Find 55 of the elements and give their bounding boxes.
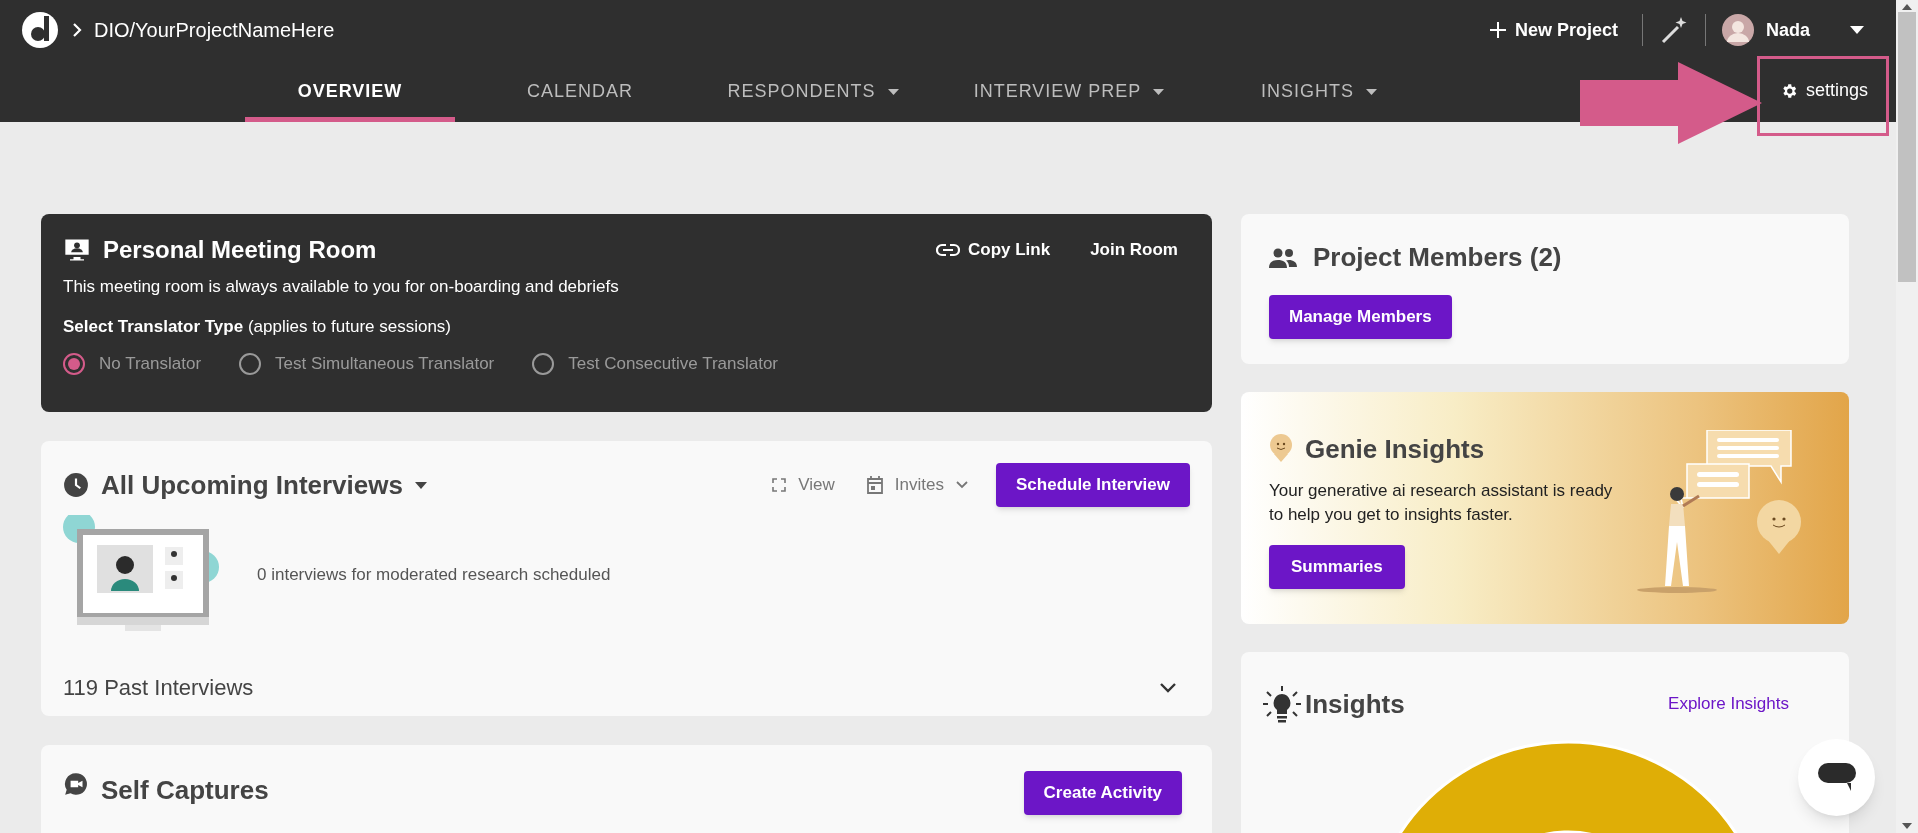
summaries-button[interactable]: Summaries: [1269, 545, 1405, 589]
empty-state-message: 0 interviews for moderated research scheduled: [257, 564, 611, 587]
schedule-interview-button[interactable]: Schedule Interview: [996, 463, 1190, 507]
translator-option[interactable]: Test Consecutive Translator: [532, 351, 779, 377]
scrollbar-thumb[interactable]: [1898, 12, 1916, 282]
link-icon: [936, 243, 960, 257]
nav-tab[interactable]: CALENDAR: [475, 66, 685, 122]
card-title: Project Members (2): [1313, 241, 1562, 274]
caret-icon[interactable]: [1850, 26, 1864, 34]
nav-tab[interactable]: OVERVIEW: [245, 66, 455, 122]
scrollbar[interactable]: [1896, 0, 1918, 833]
invites-dropdown[interactable]: Invites: [866, 472, 968, 498]
explore-insights-link[interactable]: Explore Insights: [1668, 691, 1789, 717]
radio-button[interactable]: [532, 352, 555, 375]
user-name[interactable]: Nada: [1766, 16, 1810, 44]
calendar-icon: [866, 476, 883, 494]
settings-button[interactable]: settings: [1779, 77, 1868, 104]
magic-wand-icon[interactable]: [1659, 15, 1689, 45]
card-title: Genie Insights: [1305, 433, 1485, 466]
card-title: Self Captures: [101, 774, 269, 807]
fullscreen-icon: [772, 478, 787, 492]
translator-option[interactable]: Test Simultaneous Translator: [239, 351, 495, 377]
clock-icon: [63, 472, 89, 498]
translator-option[interactable]: No Translator: [63, 351, 202, 377]
chevron-down-icon: [956, 481, 968, 489]
manage-members-button[interactable]: Manage Members: [1269, 295, 1452, 339]
people-icon: [1269, 247, 1297, 268]
card-description: Your generative ai research assistant is ready to help you get to insights faster.: [1269, 480, 1614, 526]
avatar-icon[interactable]: [1722, 14, 1754, 46]
view-button[interactable]: View: [772, 472, 835, 498]
translator-label: Select Translator Type (applies to future sessions): [63, 315, 453, 338]
join-room-button[interactable]: Join Room: [1090, 237, 1178, 263]
card-title: Personal Meeting Room: [103, 235, 377, 265]
plus-icon: [1488, 21, 1507, 39]
chevron-down-icon[interactable]: [1160, 682, 1176, 693]
interviews-filter-dropdown[interactable]: All Upcoming Interviews: [101, 465, 427, 505]
radio-button[interactable]: [63, 352, 85, 375]
scroll-up-icon[interactable]: [1902, 4, 1912, 10]
chevron-right-icon: [72, 23, 82, 37]
past-interviews-label: 119 Past Interviews: [63, 674, 254, 702]
radio-button[interactable]: [239, 352, 262, 375]
lightbulb-icon: [1263, 684, 1301, 724]
video-chat-icon: [63, 771, 89, 797]
nav-tab[interactable]: INSIGHTS: [1217, 66, 1421, 122]
scroll-down-icon[interactable]: [1902, 823, 1912, 829]
logo-icon[interactable]: [20, 10, 60, 50]
caret-icon: [414, 481, 427, 489]
nav-tab[interactable]: INTERVIEW PREP: [941, 66, 1197, 122]
create-activity-button[interactable]: Create Activity: [1023, 771, 1182, 815]
nav-tab[interactable]: RESPONDENTS: [705, 66, 921, 122]
card-description: This meeting room is always available to you for on-boarding and debriefs: [63, 276, 620, 298]
breadcrumb[interactable]: DIO/YourProjectNameHere: [94, 15, 335, 45]
new-project-button[interactable]: New Project: [1480, 16, 1626, 44]
card-title: Insights: [1305, 687, 1405, 721]
copy-link-button[interactable]: Copy Link: [936, 237, 1051, 263]
